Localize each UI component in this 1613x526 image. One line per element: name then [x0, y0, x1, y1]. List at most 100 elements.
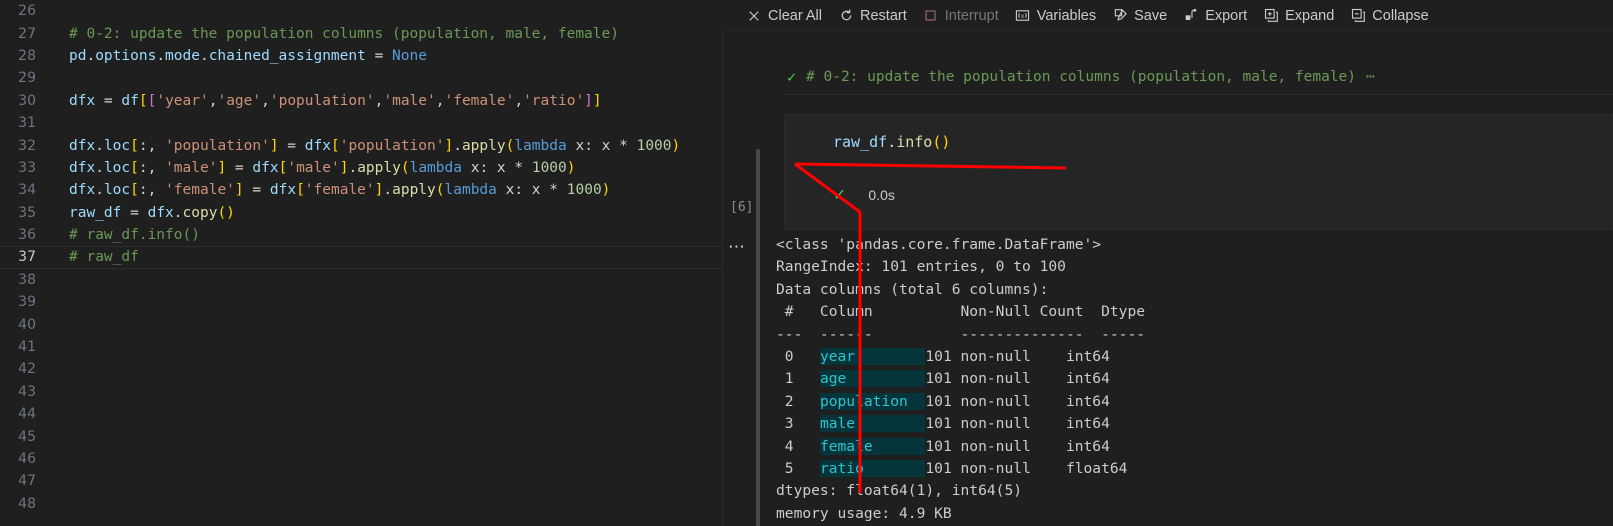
output-text: 101 non-null int64: [925, 348, 1110, 366]
code-line[interactable]: 43: [0, 381, 722, 403]
output-line: <class 'pandas.core.frame.DataFrame'>: [776, 234, 1613, 256]
output-line: 4 female 101 non-null int64: [776, 436, 1613, 458]
code-line[interactable]: 48: [0, 493, 722, 515]
code-line[interactable]: 39: [0, 291, 722, 313]
output-column-name: female: [819, 437, 926, 455]
code-cell[interactable]: raw_df.info() ✓ 0.0s: [784, 114, 1613, 230]
toolbar-button-save[interactable]: Save: [1104, 4, 1175, 28]
toolbar-button-export[interactable]: Export: [1175, 4, 1255, 28]
toolbar-button-collapse[interactable]: Collapse: [1342, 4, 1436, 28]
code-line[interactable]: 40: [0, 313, 722, 335]
collapsed-cell-summary[interactable]: ✓ # 0-2: update the population columns (…: [787, 68, 1376, 86]
code-line[interactable]: 42: [0, 358, 722, 380]
toolbar-button-label: Collapse: [1372, 7, 1429, 24]
output-text: 3: [776, 415, 820, 433]
toolbar-button-variables[interactable]: x Variables: [1007, 4, 1104, 28]
code-line[interactable]: 46: [0, 448, 722, 470]
line-number: 45: [18, 428, 36, 445]
check-icon: ✓: [833, 185, 847, 204]
code-line-text: # raw_df: [69, 249, 139, 266]
toolbar-button-expand[interactable]: Expand: [1255, 4, 1342, 28]
save-icon: [1112, 8, 1128, 24]
notebook-scrollbar-thumb[interactable]: [756, 149, 760, 526]
output-line: 1 age 101 non-null int64: [776, 368, 1613, 390]
code-line-text: # raw_df.info(): [69, 227, 200, 244]
code-line[interactable]: 35 raw_df = dfx.copy(): [0, 202, 722, 224]
output-line: 5 ratio 101 non-null float64: [776, 458, 1613, 480]
code-line[interactable]: 47: [0, 470, 722, 492]
collapse-icon: [1350, 8, 1366, 24]
code-cell-source[interactable]: raw_df.info(): [785, 115, 1612, 153]
code-editor-pane[interactable]: 26 27 # 0-2: update the population columns…: [0, 0, 722, 526]
code-lines[interactable]: 26 27 # 0-2: update the population columns…: [0, 0, 722, 515]
code-line[interactable]: 44: [0, 403, 722, 425]
output-line: --- ------ -------------- -----: [776, 324, 1613, 346]
output-text: 0: [776, 348, 820, 366]
notebook-toolbar[interactable]: Clear All Restart Interrupt x Variables Save E…: [722, 0, 1613, 32]
expand-icon: [1263, 8, 1279, 24]
line-number: 44: [18, 406, 36, 423]
code-line[interactable]: 34 dfx.loc[:, 'female'] = dfx['female'].a…: [0, 179, 722, 201]
output-column-name: year: [819, 348, 926, 366]
toolbar-button-interrupt: Interrupt: [915, 4, 1007, 28]
output-text: dtypes: float64(1), int64(5): [776, 482, 1023, 500]
line-number: 28: [18, 47, 36, 64]
output-text: 101 non-null int64: [925, 415, 1110, 433]
code-line[interactable]: 30 dfx = df[['year','age','population','m…: [0, 90, 722, 112]
cell-duration: 0.0s: [868, 186, 895, 203]
ellipsis-icon: ⋯: [1366, 69, 1376, 85]
toolbar-button-label: Expand: [1285, 7, 1335, 24]
output-text: 101 non-null float64: [925, 460, 1128, 478]
output-line: RangeIndex: 101 entries, 0 to 100: [776, 256, 1613, 278]
code-line-text: dfx = df[['year','age','population','mal…: [69, 92, 602, 109]
line-number: 30: [18, 92, 36, 109]
code-line-text: dfx.loc[:, 'female'] = dfx['female'].app…: [69, 182, 611, 199]
code-line[interactable]: 36 # raw_df.info(): [0, 224, 722, 246]
output-text: 1: [776, 370, 820, 388]
toolbar-button-label: Interrupt: [944, 7, 999, 24]
output-text: 4: [776, 437, 820, 455]
collapsed-cell-text: # 0-2: update the population columns (po…: [806, 69, 1357, 85]
code-line[interactable]: 45: [0, 425, 722, 447]
code-line-text: pd.options.mode.chained_assignment = Non…: [69, 47, 427, 64]
code-line[interactable]: 29: [0, 67, 722, 89]
toolbar-button-clear-all[interactable]: Clear All: [738, 4, 830, 28]
export-icon: [1183, 8, 1199, 24]
output-line: 2 population 101 non-null int64: [776, 391, 1613, 413]
output-line: memory usage: 4.9 KB: [776, 503, 1613, 525]
svg-text:x: x: [1021, 13, 1025, 20]
code-line[interactable]: 27 # 0-2: update the population columns (…: [0, 22, 722, 44]
output-line: # Column Non-Null Count Dtype: [776, 301, 1613, 323]
line-number: 47: [18, 473, 36, 490]
notebook-pane[interactable]: Clear All Restart Interrupt x Variables Save E…: [722, 0, 1613, 526]
code-line[interactable]: 26: [0, 0, 722, 22]
notebook-body[interactable]: ✓ # 0-2: update the population columns (…: [722, 32, 1613, 526]
code-line-text: dfx.loc[:, 'male'] = dfx['male'].apply(l…: [69, 159, 576, 176]
code-line[interactable]: 38: [0, 269, 722, 291]
output-text: --- ------ -------------- -----: [776, 325, 1146, 343]
cell-output: <class 'pandas.core.frame.DataFrame'> Ran…: [776, 234, 1613, 525]
code-line[interactable]: 33 dfx.loc[:, 'male'] = dfx['male'].apply…: [0, 157, 722, 179]
line-number: 37: [18, 249, 36, 266]
check-icon: ✓: [787, 68, 797, 86]
line-number: 32: [18, 137, 36, 154]
code-line[interactable]: 31: [0, 112, 722, 134]
toolbar-button-restart[interactable]: Restart: [830, 4, 915, 28]
source-parens: (): [932, 133, 951, 151]
output-column-name: ratio: [819, 460, 926, 478]
variables-icon: x: [1015, 8, 1031, 24]
code-line[interactable]: 41: [0, 336, 722, 358]
output-column-name: age: [819, 370, 926, 388]
code-line[interactable]: 32 dfx.loc[:, 'population'] = dfx['popula…: [0, 134, 722, 156]
line-number: 26: [18, 3, 36, 20]
output-more-actions-icon[interactable]: ⋯: [728, 237, 746, 257]
output-text: Data columns (total 6 columns):: [776, 280, 1049, 298]
line-number: 36: [18, 227, 36, 244]
line-number: 31: [18, 115, 36, 132]
toolbar-button-label: Export: [1205, 7, 1248, 24]
code-line[interactable]: 37 # raw_df: [0, 246, 722, 270]
vscode-window: 26 27 # 0-2: update the population columns…: [0, 0, 1613, 526]
toolbar-button-label: Save: [1134, 7, 1168, 24]
line-number: 39: [18, 294, 36, 311]
code-line[interactable]: 28 pd.options.mode.chained_assignment = N…: [0, 45, 722, 67]
